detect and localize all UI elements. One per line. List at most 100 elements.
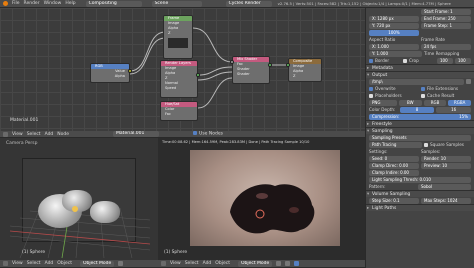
clamp-direct-field[interactable]: Clamp Direc: 0.00 <box>369 162 419 169</box>
output-socket[interactable] <box>268 63 272 67</box>
blob-object[interactable] <box>90 201 120 223</box>
scene-selector[interactable]: Scene <box>151 0 202 7</box>
frame-step-field[interactable]: Frame Step: 1 <box>421 22 471 29</box>
color-rgba-button[interactable]: RGBA <box>448 99 472 106</box>
clamp-indirect-field[interactable]: Clamp Indire: 0.00 <box>369 169 419 176</box>
placeholders-toggle[interactable]: Placeholders <box>369 93 419 98</box>
output-panel-header[interactable]: Output <box>366 71 474 79</box>
mix-shader-node[interactable]: Mix Shader Fac Shader Shader <box>232 56 270 84</box>
use-nodes-toggle[interactable]: Use Nodes <box>193 131 223 137</box>
cache-result-checkbox[interactable] <box>421 94 425 98</box>
editor-type-icon[interactable] <box>3 261 8 266</box>
menu-view[interactable]: View <box>12 132 23 137</box>
menu-add[interactable]: Add <box>203 261 212 266</box>
pivot-icon[interactable] <box>284 261 290 266</box>
overwrite-checkbox[interactable] <box>369 87 373 91</box>
mode-selector[interactable]: Object Mode <box>79 260 114 267</box>
file-format-select[interactable]: PNG <box>369 99 397 106</box>
volume-sampling-panel-header[interactable]: Volume Sampling <box>366 190 474 198</box>
square-samples-checkbox[interactable] <box>424 143 428 147</box>
start-frame-field[interactable]: Start Frame: 1 <box>421 8 471 15</box>
freestyle-panel-header[interactable]: Freestyle <box>366 120 474 128</box>
time-new-field[interactable]: 100 <box>455 57 471 64</box>
output-socket[interactable] <box>196 73 200 77</box>
menu-object[interactable]: Object <box>57 261 72 266</box>
viewport-right[interactable]: Time:00:08.62 | Mem:164.59M, Peak:283.83… <box>158 138 365 260</box>
folder-icon[interactable] <box>466 79 471 84</box>
time-old-field[interactable]: 100 <box>437 57 453 64</box>
input-socket[interactable] <box>286 63 290 67</box>
crop-toggle[interactable]: Crop <box>403 58 435 63</box>
blender-logo-icon[interactable] <box>3 1 8 6</box>
end-frame-field[interactable]: End Frame: 250 <box>421 15 471 22</box>
sampling-presets-select[interactable]: Sampling Presets <box>369 134 471 141</box>
viewport-left[interactable]: Camera Persp (1) Sphere <box>0 138 158 260</box>
color-bw-button[interactable]: BW <box>399 99 422 106</box>
square-samples-toggle[interactable]: Square Samples <box>424 142 471 147</box>
menu-add[interactable]: Add <box>45 132 54 137</box>
resolution-percentage-slider[interactable]: 100% <box>369 29 419 36</box>
color-depth-16-button[interactable]: 16 <box>436 106 472 113</box>
pattern-select[interactable]: Sobol <box>418 183 471 190</box>
resolution-y-field[interactable]: Y: 720 px <box>369 22 419 29</box>
node-link <box>197 66 233 76</box>
border-toggle[interactable]: Border <box>369 58 401 63</box>
render-layers-node[interactable]: Render Layers Image Alpha Z Normal Speed <box>160 60 198 98</box>
frame-node[interactable]: Frame Image Alpha Z <box>163 15 193 59</box>
output-path-field[interactable]: /tmp\ <box>369 78 464 85</box>
screen-selector[interactable]: Compositing <box>85 0 142 7</box>
material-label: Material.001 <box>10 118 39 123</box>
menu-view[interactable]: View <box>170 261 181 266</box>
light-paths-panel-header[interactable]: Light Paths <box>366 204 474 212</box>
menu-render[interactable]: Render <box>24 1 40 6</box>
path-tracing-select[interactable]: Path Tracing <box>369 141 422 148</box>
render-engine-selector[interactable]: Cycles Render <box>225 0 272 7</box>
output-socket[interactable] <box>128 69 132 73</box>
shading-icon[interactable] <box>117 261 123 266</box>
node-editor[interactable]: Frame Image Alpha Z RGB Value Alpha Rend… <box>0 8 365 131</box>
menu-select[interactable]: Select <box>27 261 41 266</box>
menu-view[interactable]: View <box>12 261 23 266</box>
menu-node[interactable]: Node <box>57 132 69 137</box>
menu-help[interactable]: Help <box>65 1 75 6</box>
preview-samples-field[interactable]: Preview: 10 <box>421 162 471 169</box>
menu-select[interactable]: Select <box>185 261 199 266</box>
aspect-y-field[interactable]: Y: 1.000 <box>369 50 422 57</box>
placeholders-checkbox[interactable] <box>369 94 373 98</box>
editor-type-icon[interactable] <box>3 131 8 137</box>
border-checkbox[interactable] <box>369 59 373 63</box>
mode-selector[interactable]: Object Mode <box>237 260 272 267</box>
compression-slider[interactable]: Compression: 15% <box>369 113 471 120</box>
metadata-panel-header[interactable]: Metadata <box>366 64 474 72</box>
menu-object[interactable]: Object <box>215 261 230 266</box>
composite-node[interactable]: Composite Image Alpha Z <box>288 58 322 82</box>
seed-field[interactable]: Seed: 0 <box>369 155 419 162</box>
input-socket[interactable] <box>230 60 234 64</box>
max-steps-field[interactable]: Max Steps: 1024 <box>421 197 471 204</box>
crop-checkbox[interactable] <box>403 59 407 63</box>
menu-file[interactable]: File <box>12 1 20 6</box>
menu-add[interactable]: Add <box>45 261 54 266</box>
cache-result-toggle[interactable]: Cache Result <box>421 93 471 98</box>
color-rgb-button[interactable]: RGB <box>423 99 447 106</box>
render-samples-field[interactable]: Render: 10 <box>421 155 471 162</box>
file-extensions-checkbox[interactable] <box>421 87 425 91</box>
manipulator-icon[interactable] <box>293 261 299 266</box>
sampling-panel-header[interactable]: Sampling <box>366 127 474 135</box>
editor-type-icon[interactable] <box>161 261 166 266</box>
hue-sat-node[interactable]: Hue/Sat Color Fac <box>160 101 198 121</box>
menu-window[interactable]: Window <box>44 1 62 6</box>
color-depth-8-button[interactable]: 8 <box>399 106 435 113</box>
frame-rate-select[interactable]: 24 fps <box>421 43 471 50</box>
menu-select[interactable]: Select <box>27 132 41 137</box>
rgb-node[interactable]: RGB Value Alpha <box>90 63 130 83</box>
aspect-x-field[interactable]: X: 1.000 <box>369 43 419 50</box>
overwrite-toggle[interactable]: Overwrite <box>369 86 419 91</box>
shading-icon[interactable] <box>275 261 281 266</box>
resolution-x-field[interactable]: X: 1280 px <box>369 15 419 22</box>
file-extensions-toggle[interactable]: File Extensions <box>421 86 471 91</box>
use-nodes-checkbox[interactable] <box>193 131 198 136</box>
light-sampling-threshold-field[interactable]: Light Sampling Thresh: 0.010 <box>369 176 471 183</box>
material-selector[interactable]: Material.001 <box>113 131 160 137</box>
step-size-field[interactable]: Step Size: 0.1 <box>369 197 419 204</box>
